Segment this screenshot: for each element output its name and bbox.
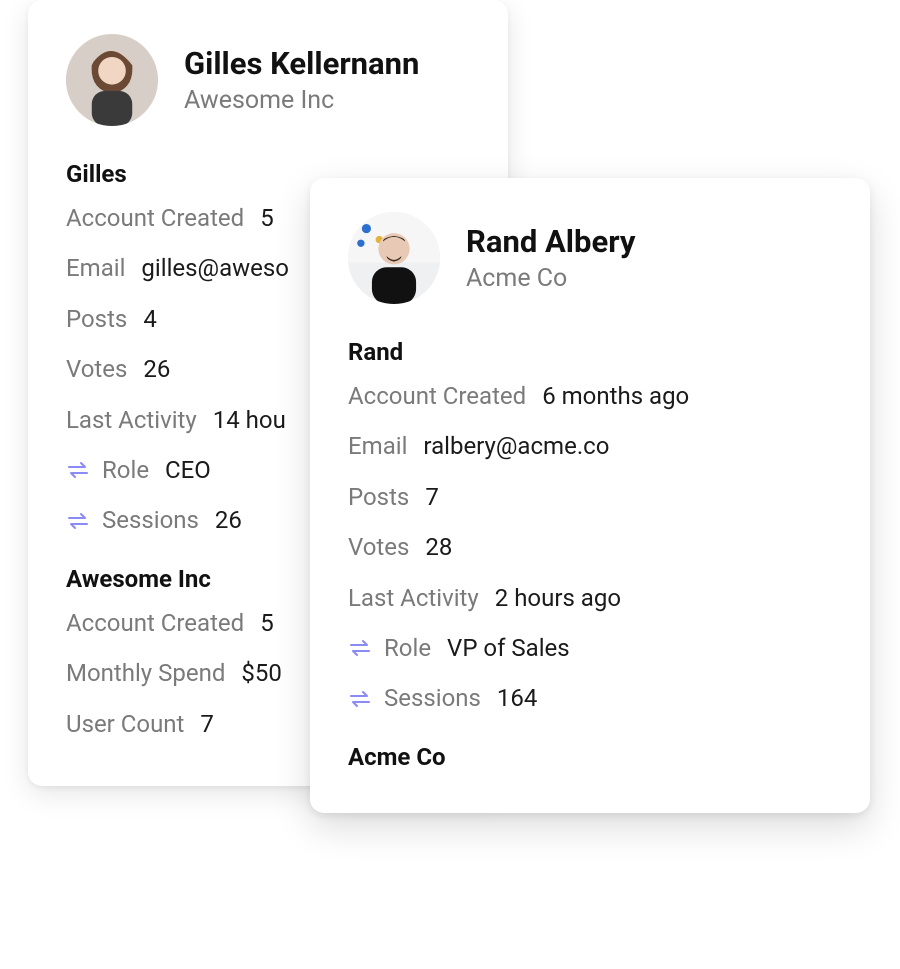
field-row: Posts 7 [348, 481, 832, 513]
sync-icon [348, 636, 378, 660]
company-section-title: Acme Co [348, 743, 832, 771]
field-label: Email [66, 252, 125, 284]
field-value: 7 [425, 481, 439, 513]
field-value: ralbery@acme.co [423, 430, 609, 462]
profile-card-rand: Rand Albery Acme Co Rand Account Created… [310, 178, 870, 813]
field-value: 28 [425, 531, 452, 563]
field-value: 7 [200, 708, 214, 740]
profile-name: Rand Albery [466, 223, 635, 260]
sync-icon [348, 687, 378, 711]
profile-name: Gilles Kellernann [184, 45, 419, 82]
field-value: VP of Sales [447, 632, 570, 664]
field-label: Posts [66, 303, 127, 335]
field-row: Email ralbery@acme.co [348, 430, 832, 462]
field-label: Role [102, 454, 149, 486]
profile-header: Gilles Kellernann Awesome Inc [66, 34, 470, 126]
field-value: 14 hou [213, 404, 286, 436]
field-value: 164 [497, 682, 537, 714]
field-value: 4 [143, 303, 157, 335]
person-section-title: Rand [348, 338, 832, 366]
field-row: Role VP of Sales [348, 632, 832, 664]
field-label: Sessions [102, 504, 199, 536]
avatar [348, 212, 440, 304]
field-value: 5 [260, 607, 274, 639]
field-value: 26 [215, 504, 242, 536]
field-row: Sessions 164 [348, 682, 832, 714]
field-label: Votes [66, 353, 127, 385]
title-block: Gilles Kellernann Awesome Inc [184, 45, 419, 115]
field-label: Account Created [66, 607, 244, 639]
field-row: Account Created 6 months ago [348, 380, 832, 412]
field-label: Last Activity [66, 404, 197, 436]
field-value: 2 hours ago [495, 582, 621, 614]
profile-company: Awesome Inc [184, 86, 419, 115]
field-label: Account Created [348, 380, 526, 412]
field-value: gilles@aweso [141, 252, 289, 284]
field-row: Votes 28 [348, 531, 832, 563]
field-label: User Count [66, 708, 184, 740]
field-label: Posts [348, 481, 409, 513]
field-label: Votes [348, 531, 409, 563]
field-value: CEO [165, 454, 211, 486]
title-block: Rand Albery Acme Co [466, 223, 635, 293]
field-label: Role [384, 632, 431, 664]
field-value: 26 [143, 353, 170, 385]
sync-icon [66, 458, 96, 482]
field-value: 6 months ago [542, 380, 689, 412]
profile-header: Rand Albery Acme Co [348, 212, 832, 304]
field-value: 5 [260, 202, 274, 234]
profile-company: Acme Co [466, 264, 635, 293]
field-label: Last Activity [348, 582, 479, 614]
field-label: Sessions [384, 682, 481, 714]
sync-icon [66, 509, 96, 533]
field-row: Last Activity 2 hours ago [348, 582, 832, 614]
field-value: $50 [241, 657, 281, 689]
field-label: Email [348, 430, 407, 462]
field-label: Monthly Spend [66, 657, 225, 689]
avatar [66, 34, 158, 126]
field-label: Account Created [66, 202, 244, 234]
